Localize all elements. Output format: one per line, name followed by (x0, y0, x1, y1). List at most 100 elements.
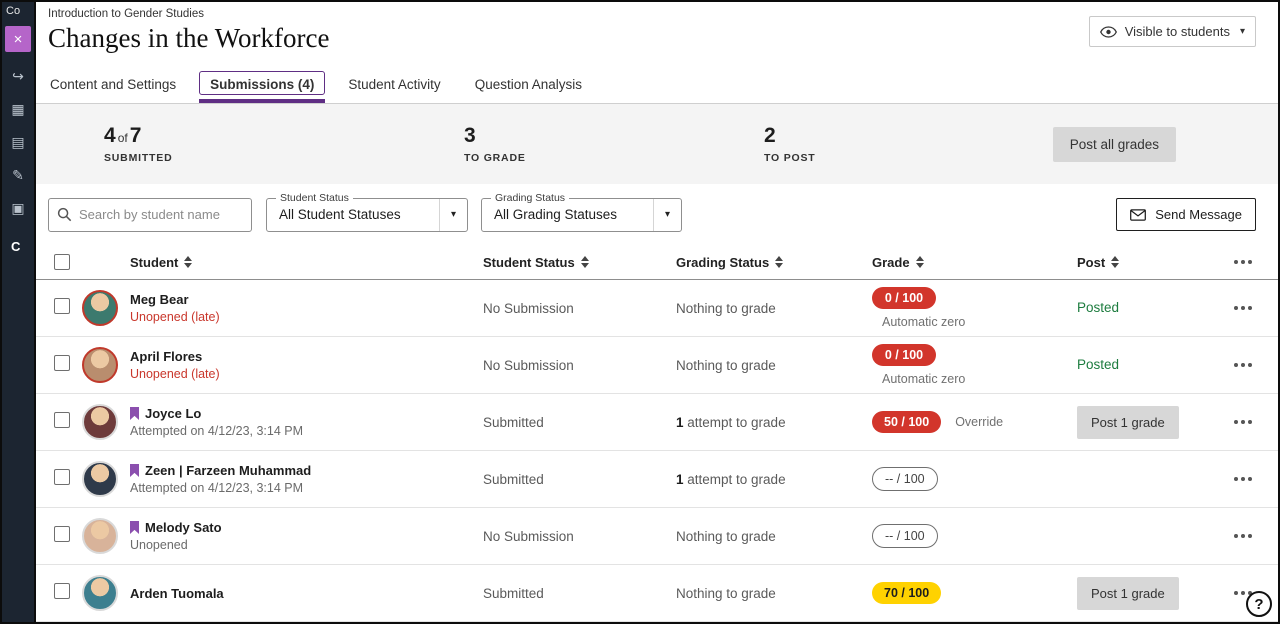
send-message-button[interactable]: Send Message (1116, 198, 1256, 231)
visibility-label: Visible to students (1125, 24, 1230, 39)
grading-status-value: 1 attempt to grade (676, 415, 872, 430)
student-name[interactable]: Melody Sato (145, 520, 222, 535)
student-substatus: Unopened (130, 538, 483, 552)
search-input[interactable] (79, 207, 243, 222)
student-status-value: Submitted (483, 472, 676, 487)
tab-student-activity[interactable]: Student Activity (346, 67, 442, 103)
grading-status-value: Nothing to grade (676, 301, 872, 316)
table-menu-icon[interactable] (1232, 256, 1254, 268)
page-title: Changes in the Workforce (48, 23, 1258, 54)
student-name[interactable]: Arden Tuomala (130, 586, 224, 601)
avatar (82, 290, 118, 326)
stat-submitted-value: 4of7 (104, 124, 464, 148)
post-all-grades-button[interactable]: Post all grades (1053, 127, 1176, 162)
grade-note: Automatic zero (882, 315, 965, 329)
sort-icon (916, 256, 924, 268)
row-menu-icon[interactable] (1232, 359, 1254, 371)
row-checkbox[interactable] (54, 469, 70, 485)
sidebar-icon-list: ↪ ▦ ▤ ✎ ▣ (2, 68, 34, 217)
grade-pill[interactable]: 0 / 100 (872, 344, 936, 366)
student-name[interactable]: April Flores (130, 349, 202, 364)
search-box (48, 198, 252, 232)
help-button[interactable]: ? (1246, 591, 1272, 617)
select-all-checkbox[interactable] (54, 254, 70, 270)
breadcrumb[interactable]: Introduction to Gender Studies (48, 8, 1258, 20)
row-menu-icon[interactable] (1232, 416, 1254, 428)
accommodations-flag-icon (130, 407, 139, 420)
grading-status-select[interactable]: Grading Status All Grading Statuses ▾ (481, 198, 682, 232)
student-status-select[interactable]: Student Status All Student Statuses ▾ (266, 198, 468, 232)
tab-content-and-settings[interactable]: Content and Settings (48, 67, 178, 103)
search-icon (57, 207, 72, 222)
grade-pill[interactable]: 70 / 100 (872, 582, 941, 604)
student-name[interactable]: Meg Bear (130, 292, 189, 307)
grading-status-value: 1 attempt to grade (676, 472, 872, 487)
avatar (82, 404, 118, 440)
sidebar-section-label: C (2, 239, 34, 254)
eye-icon (1100, 26, 1117, 38)
grade-pill[interactable]: 0 / 100 (872, 287, 936, 309)
close-icon[interactable]: × (5, 26, 31, 52)
grade-pill[interactable]: 50 / 100 (872, 411, 941, 433)
table-header: Student Student Status Grading Status Gr… (36, 245, 1278, 280)
grade-pill[interactable]: -- / 100 (872, 467, 938, 491)
visibility-dropdown[interactable]: Visible to students ▾ (1089, 16, 1256, 47)
student-status-value: No Submission (483, 529, 676, 544)
stat-to-grade: 3 TO GRADE (464, 124, 764, 164)
row-menu-icon[interactable] (1232, 302, 1254, 314)
column-header-grading-status[interactable]: Grading Status (676, 255, 872, 270)
grading-status-select-label: Grading Status (491, 192, 569, 204)
tab-question-analysis[interactable]: Question Analysis (473, 67, 584, 103)
document-icon[interactable]: ▤ (11, 134, 24, 151)
stat-to-post-label: TO POST (764, 152, 1053, 164)
pencil-icon[interactable]: ✎ (12, 167, 24, 184)
stat-submitted-label: SUBMITTED (104, 152, 464, 164)
row-checkbox[interactable] (54, 298, 70, 314)
grade-note: Override (955, 415, 1003, 429)
student-name[interactable]: Joyce Lo (145, 406, 201, 421)
tools-icon[interactable]: ▣ (11, 200, 24, 217)
main-panel: Introduction to Gender Studies Changes i… (36, 2, 1278, 622)
sort-icon (1111, 256, 1119, 268)
grade-pill[interactable]: -- / 100 (872, 524, 938, 548)
stat-to-grade-label: TO GRADE (464, 152, 764, 164)
column-header-student-status[interactable]: Student Status (483, 255, 676, 270)
stat-to-grade-value: 3 (464, 124, 764, 148)
accommodations-flag-icon (130, 521, 139, 534)
column-header-grade[interactable]: Grade (872, 255, 1077, 270)
table-row: Meg BearUnopened (late)No SubmissionNoth… (36, 280, 1278, 337)
student-status-value: No Submission (483, 358, 676, 373)
table-row: Arden TuomalaSubmittedNothing to grade70… (36, 565, 1278, 622)
row-menu-icon[interactable] (1232, 530, 1254, 542)
gradebook-window: Co × ↪ ▦ ▤ ✎ ▣ C Introduction to Gender Stud… (0, 0, 1280, 624)
sidebar-course-label: Co (2, 2, 34, 17)
filter-bar: Student Status All Student Statuses ▾ Gr… (36, 184, 1278, 245)
tab-submissions[interactable]: Submissions (4) (208, 67, 316, 103)
logout-icon[interactable]: ↪ (12, 68, 24, 85)
student-status-value: No Submission (483, 301, 676, 316)
row-checkbox[interactable] (54, 526, 70, 542)
chevron-down-icon: ▾ (439, 199, 467, 231)
sort-icon (581, 256, 589, 268)
column-header-student[interactable]: Student (130, 255, 483, 270)
student-name[interactable]: Zeen | Farzeen Muhammad (145, 463, 311, 478)
stat-to-post-value: 2 (764, 124, 1053, 148)
grading-status-value: Nothing to grade (676, 529, 872, 544)
post-grade-button[interactable]: Post 1 grade (1077, 577, 1179, 610)
chevron-down-icon: ▾ (653, 199, 681, 231)
row-checkbox[interactable] (54, 583, 70, 599)
grade-note: Automatic zero (882, 372, 965, 386)
stat-to-post: 2 TO POST (764, 124, 1053, 164)
posted-label: Posted (1077, 357, 1119, 372)
row-menu-icon[interactable] (1232, 473, 1254, 485)
row-checkbox[interactable] (54, 412, 70, 428)
row-checkbox[interactable] (54, 355, 70, 371)
page-header: Introduction to Gender Studies Changes i… (36, 2, 1278, 67)
column-header-post[interactable]: Post (1077, 255, 1232, 270)
grid-icon[interactable]: ▦ (11, 101, 24, 118)
post-grade-button[interactable]: Post 1 grade (1077, 406, 1179, 439)
send-message-label: Send Message (1155, 207, 1242, 222)
posted-label: Posted (1077, 300, 1119, 315)
table-row: Joyce LoAttempted on 4/12/23, 3:14 PMSub… (36, 394, 1278, 451)
grading-status-value: Nothing to grade (676, 358, 872, 373)
